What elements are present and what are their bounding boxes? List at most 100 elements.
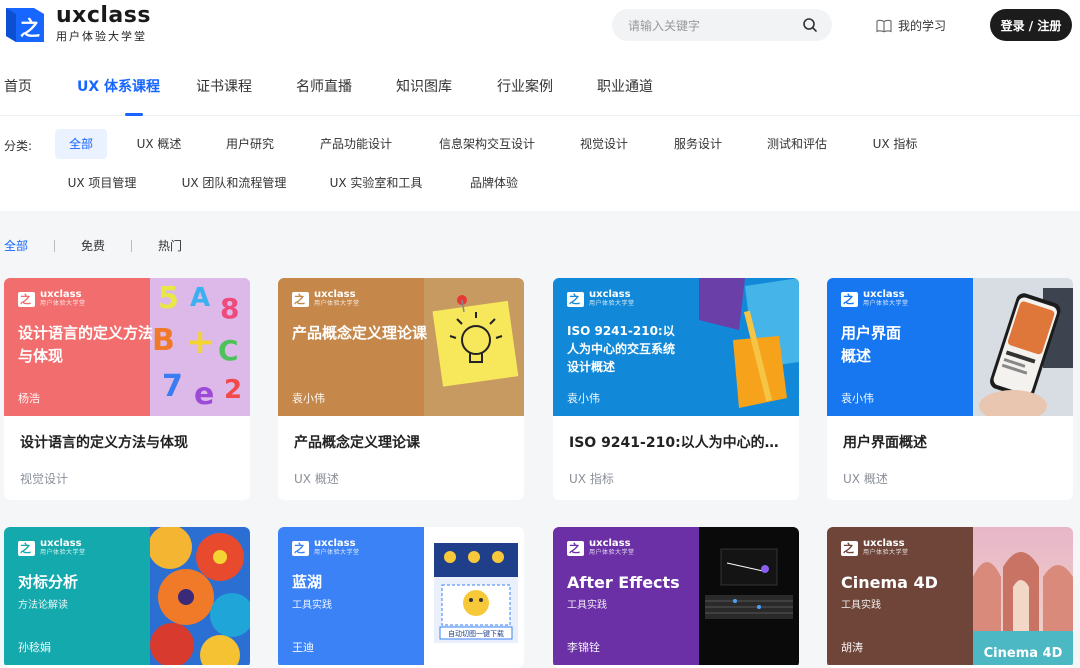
cover-title: 产品概念定义理论课 [292,324,428,342]
cover-title: ISO 9241-210:以人为中心的交互系统设计概述 [567,324,676,374]
cover-brand-logo: uxclass用户体验大学堂 [841,290,909,308]
category-testing[interactable]: 测试和评估 [757,129,837,159]
course-card[interactable]: uxclass用户体验大学堂 对标分析 方法论解读 孙稔娟 [4,527,250,668]
nav-item-knowledge[interactable]: 知识图库 [396,76,497,116]
course-category: 视觉设计 [20,472,69,486]
cover-brand-logo: uxclass用户体验大学堂 [18,290,86,308]
cover-title: 蓝湖 [292,573,323,591]
cover-subtitle: 工具实践 [841,600,881,611]
course-title[interactable]: 产品概念定义理论课 [278,432,524,452]
nav-item-certificates[interactable]: 证书课程 [196,76,296,116]
category-product-design[interactable]: 产品功能设计 [310,129,402,159]
nav-item-live[interactable]: 名师直播 [296,76,396,116]
svg-text:+: + [186,322,215,362]
svg-text:C: C [218,334,239,367]
category-ux-team[interactable]: UX 团队和流程管理 [172,168,296,198]
my-learning-link[interactable]: 我的学习 [876,17,946,34]
search-bar[interactable]: 请输入关键字 [612,9,832,41]
course-author: 李锦铨 [567,641,600,654]
category-ux-metrics[interactable]: UX 指标 [862,129,928,159]
svg-text:2: 2 [224,375,242,405]
filter-tabs: 全部 免费 热门 [4,237,182,254]
course-cover[interactable]: uxclass用户体验大学堂 用户界面概述 袁小伟 [827,278,1073,416]
after-effects-screenshot-image [699,527,799,665]
course-author: 袁小伟 [567,392,600,405]
nav-item-career[interactable]: 职业通道 [597,76,697,116]
cover-brand-logo: uxclass用户体验大学堂 [292,290,360,308]
cinema-4d-caption: Cinema 4D [984,646,1063,661]
logo-mark-icon: 之 [4,4,48,44]
cover-title: 对标分析 [18,573,79,591]
lanhu-caption: 自动切图一键下载 [448,629,504,638]
course-cover[interactable]: 自动切图一键下载 uxclass用户体验大学堂 蓝湖 工具实践 王迪 [278,527,524,665]
cover-title: 设计语言的定义方法与体现 [18,324,154,365]
logo-name: uxclass [56,3,151,28]
course-author: 胡涛 [841,641,863,654]
cover-title: After Effects [567,573,680,592]
lightbulb-note-image [424,278,524,416]
course-card[interactable]: Cinema 4D uxclass用户体验大学堂 Cinema 4D 工具实践 … [827,527,1073,668]
course-title[interactable]: 用户界面概述 [827,432,1073,452]
category-label: 分类: [4,139,33,153]
course-cover[interactable]: uxclass用户体验大学堂 产品概念定义理论课 袁小伟 [278,278,524,416]
cover-brand-logo: uxclass用户体验大学堂 [292,539,360,557]
book-icon [876,19,892,32]
course-category: UX 概述 [294,472,339,486]
svg-text:A: A [190,283,210,313]
course-author: 孙稔娟 [18,641,51,654]
category-all[interactable]: 全部 [55,129,107,159]
category-ux-overview[interactable]: UX 概述 [126,129,192,159]
category-ux-lab[interactable]: UX 实验室和工具 [320,168,432,198]
course-cover[interactable]: uxclass用户体验大学堂 对标分析 方法论解读 孙稔娟 [4,527,250,665]
nav-item-cases[interactable]: 行业案例 [497,76,597,116]
course-title[interactable]: 设计语言的定义方法与体现 [4,432,250,452]
cover-subtitle: 方法论解读 [18,600,68,611]
nav-item-home[interactable]: 首页 [0,76,72,116]
svg-text:5: 5 [158,281,179,316]
course-card[interactable]: uxclass用户体验大学堂 ISO 9241-210:以人为中心的交互系统设计… [553,278,799,500]
site-header: 之 uxclass 用户体验大学堂 请输入关键字 我的学习 登录 / 注册 首页… [0,0,1080,116]
course-card[interactable]: uxclass用户体验大学堂 用户界面概述 袁小伟 用户界面概述 UX 概述 [827,278,1073,500]
site-logo[interactable]: 之 uxclass 用户体验大学堂 [4,4,151,44]
category-user-research[interactable]: 用户研究 [216,129,284,159]
course-category: UX 指标 [569,472,614,486]
category-filter: 分类: 全部 UX 概述 用户研究 产品功能设计 信息架构交互设计 视觉设计 服… [0,117,1080,211]
course-category: UX 概述 [843,472,888,486]
divider [131,239,133,252]
course-cover[interactable]: 5 A 8 B + C 7 e 2 uxclass用户体验大学堂 设计语言的定义… [4,278,250,416]
course-card[interactable]: uxclass用户体验大学堂 After Effects 工具实践 李锦铨 [553,527,799,668]
filter-tab-free[interactable]: 免费 [81,237,105,254]
category-ux-pm[interactable]: UX 项目管理 [56,168,148,198]
search-icon[interactable] [802,17,818,33]
course-cover[interactable]: uxclass用户体验大学堂 ISO 9241-210:以人为中心的交互系统设计… [553,278,799,416]
cover-brand-logo: uxclass用户体验大学堂 [18,539,86,557]
course-author: 王迪 [292,641,314,654]
logo-tagline: 用户体验大学堂 [56,30,147,43]
category-ia-interaction[interactable]: 信息架构交互设计 [426,129,548,159]
course-cover[interactable]: uxclass用户体验大学堂 After Effects 工具实践 李锦铨 [553,527,799,665]
cover-brand-logo: uxclass用户体验大学堂 [567,290,635,308]
logo-glyph: 之 [20,16,40,40]
course-card[interactable]: uxclass用户体验大学堂 产品概念定义理论课 袁小伟 产品概念定义理论课 U… [278,278,524,500]
course-title[interactable]: ISO 9241-210:以人为中心的交... [553,432,799,452]
filter-tab-all[interactable]: 全部 [4,237,28,254]
course-card[interactable]: 5 A 8 B + C 7 e 2 uxclass用户体验大学堂 设计语言的定义… [4,278,250,500]
phone-mockup-image [973,278,1073,416]
cover-subtitle: 工具实践 [292,600,332,611]
category-brand[interactable]: 品牌体验 [458,168,530,198]
course-card[interactable]: 自动切图一键下载 uxclass用户体验大学堂 蓝湖 工具实践 王迪 [278,527,524,668]
login-register-button[interactable]: 登录 / 注册 [990,9,1072,41]
paper-pencil-image [699,278,799,416]
cover-title: 用户界面概述 [841,324,902,365]
category-service-design[interactable]: 服务设计 [664,129,732,159]
svg-text:e: e [194,377,214,412]
cover-subtitle: 工具实践 [567,600,607,611]
cover-brand-logo: uxclass用户体验大学堂 [567,539,635,557]
course-author: 袁小伟 [841,392,874,405]
course-cover[interactable]: Cinema 4D uxclass用户体验大学堂 Cinema 4D 工具实践 … [827,527,1073,665]
main-nav: 首页 UX 体系课程 证书课程 名师直播 知识图库 行业案例 职业通道 [0,76,697,116]
filter-tab-hot[interactable]: 热门 [158,237,182,254]
course-list-area: 全部 免费 热门 5 A 8 B + C 7 e 2 之 uxclass 用户体… [0,211,1080,668]
nav-item-ux-courses[interactable]: UX 体系课程 [72,76,196,116]
category-visual-design[interactable]: 视觉设计 [570,129,638,159]
